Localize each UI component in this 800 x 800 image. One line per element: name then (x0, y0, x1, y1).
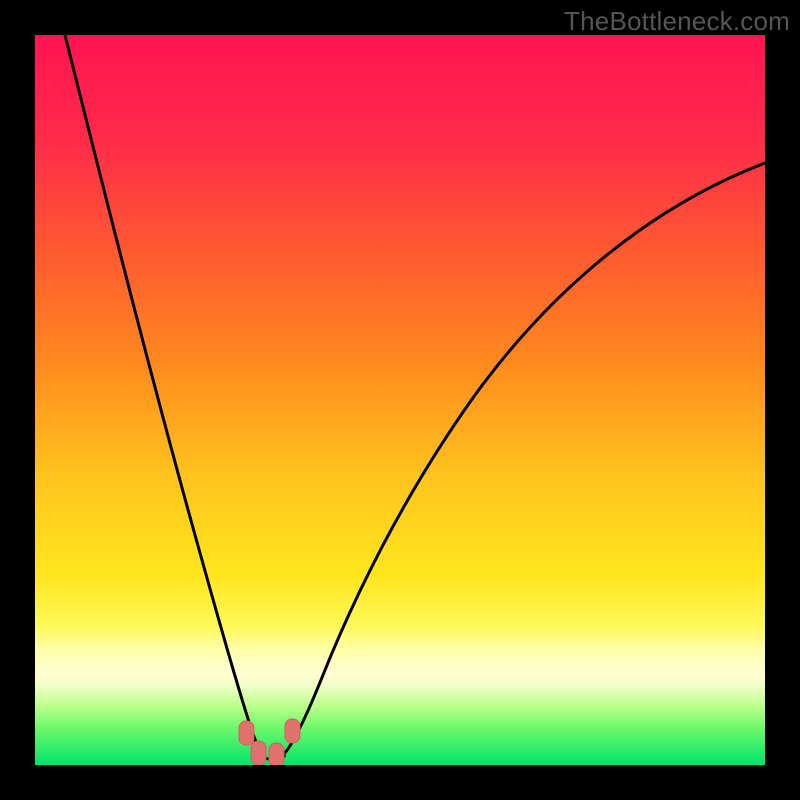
curve-right-branch (283, 163, 765, 755)
marker-dot (239, 721, 254, 745)
marker-dot (269, 743, 284, 765)
chart-frame: TheBottleneck.com (0, 0, 800, 800)
marker-dot (251, 741, 266, 765)
watermark-text: TheBottleneck.com (564, 6, 790, 37)
bottleneck-curve (35, 35, 765, 765)
plot-area (35, 35, 765, 765)
curve-left-branch (65, 35, 263, 755)
marker-dot (285, 719, 300, 743)
minimum-markers (239, 719, 300, 765)
